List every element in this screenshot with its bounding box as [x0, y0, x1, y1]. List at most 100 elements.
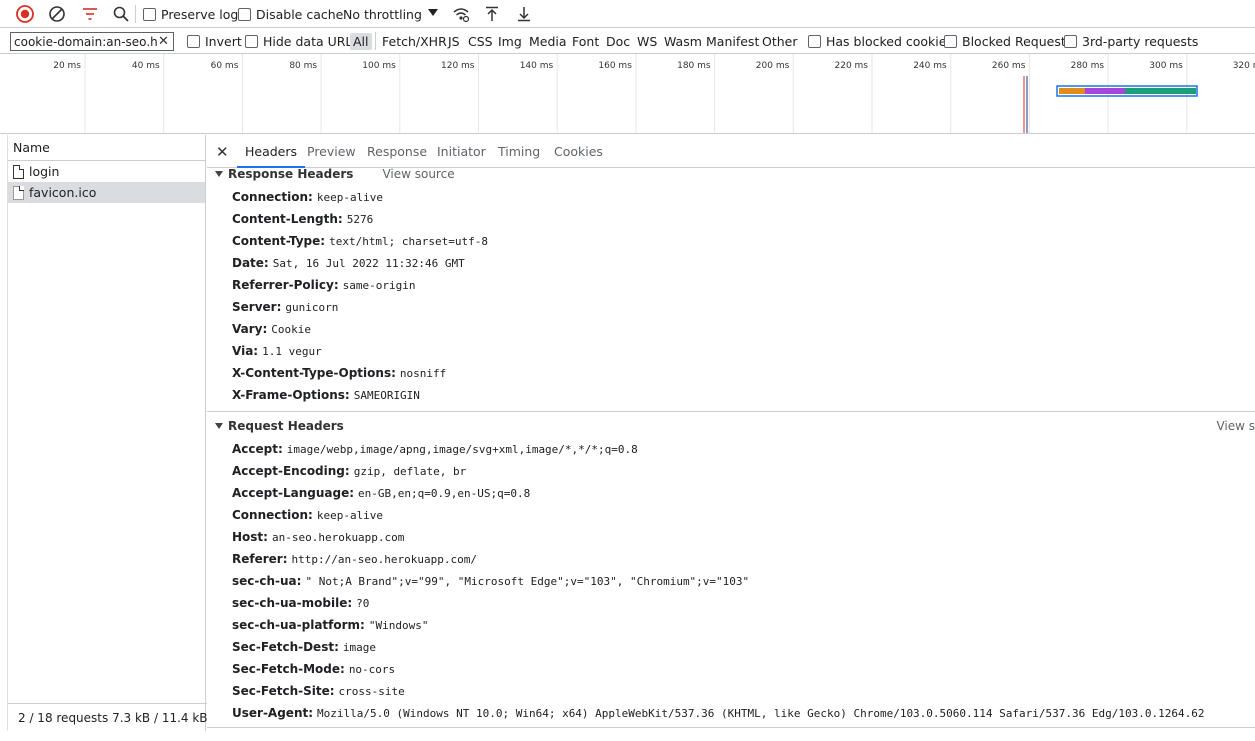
- checkbox-box[interactable]: [143, 8, 156, 21]
- header-name: Host:: [232, 530, 268, 544]
- third-party-requests-checkbox[interactable]: 3rd-party requests: [1064, 34, 1198, 49]
- tab-response[interactable]: Response: [367, 144, 427, 159]
- section-divider: [207, 411, 1255, 412]
- header-value: 1.1 vegur: [262, 345, 322, 358]
- has-blocked-cookies-checkbox[interactable]: Has blocked cookies: [808, 34, 953, 49]
- timeline-bar: [1059, 88, 1085, 94]
- hide-data-urls-checkbox[interactable]: Hide data URLs: [245, 34, 359, 49]
- header-row: Accept: image/webp,image/apng,image/svg+x…: [232, 442, 638, 456]
- view-source-link[interactable]: View s: [1216, 419, 1255, 433]
- request-headers-section-title[interactable]: Request Headers: [215, 419, 344, 433]
- header-name: Via:: [232, 344, 259, 358]
- request-details-panel: ✕ Headers Preview Response Initiator Tim…: [207, 135, 1255, 731]
- throttling-select[interactable]: No throttling: [338, 3, 442, 25]
- filter-type-img[interactable]: Img: [498, 33, 522, 50]
- tab-headers[interactable]: Headers: [236, 144, 306, 168]
- name-column-header[interactable]: Name: [8, 135, 205, 161]
- timeline-tick-label: 180 ms: [677, 61, 711, 71]
- close-icon[interactable]: ✕: [216, 143, 229, 161]
- tab-timing[interactable]: Timing: [498, 144, 540, 159]
- timeline-tick-label: 200 ms: [756, 61, 790, 71]
- timeline-tick-label: 20 ms: [53, 61, 81, 71]
- header-value: ?0: [356, 597, 370, 610]
- checkbox-box[interactable]: [245, 35, 258, 48]
- filter-type-other[interactable]: Other: [762, 33, 798, 50]
- request-row-favicon[interactable]: favicon.ico: [8, 182, 205, 203]
- request-name: login: [29, 164, 60, 179]
- checkbox-box[interactable]: [187, 35, 200, 48]
- filter-type-wasm[interactable]: Wasm: [664, 33, 702, 50]
- header-row: User-Agent: Mozilla/5.0 (Windows NT 10.0;…: [232, 706, 1204, 720]
- header-value: nosniff: [399, 367, 447, 380]
- header-name: Referrer-Policy:: [232, 278, 339, 292]
- header-value: image/webp,image/apng,image/svg+xml,imag…: [286, 443, 638, 456]
- filter-type-font[interactable]: Font: [572, 33, 599, 50]
- header-name: Sec-Fetch-Mode:: [232, 662, 345, 676]
- checkbox-box[interactable]: [238, 8, 251, 21]
- header-row: Sec-Fetch-Site: cross-site: [232, 684, 405, 698]
- header-value: 5276: [346, 213, 374, 226]
- filter-type-all[interactable]: All: [350, 33, 372, 50]
- filter-input-value: cookie-domain:an-seo.herc: [14, 34, 158, 49]
- network-conditions-icon[interactable]: [451, 4, 471, 24]
- header-row: Vary: Cookie: [232, 322, 311, 336]
- header-value: text/html; charset=utf-8: [329, 235, 489, 248]
- details-tabbar: ✕ Headers Preview Response Initiator Tim…: [207, 135, 1255, 168]
- network-toolbar: Preserve log Disable cache No throttling: [0, 0, 1255, 28]
- header-row: sec-ch-ua: " Not;A Brand";v="99", "Micros…: [232, 574, 749, 588]
- header-row: Sec-Fetch-Dest: image: [232, 640, 376, 654]
- header-value: "Windows": [368, 619, 429, 632]
- checkbox-box[interactable]: [944, 35, 957, 48]
- request-name: favicon.ico: [29, 185, 97, 200]
- disable-cache-checkbox[interactable]: Disable cache: [238, 7, 343, 22]
- checkbox-box[interactable]: [1064, 35, 1077, 48]
- filter-type-ws[interactable]: WS: [637, 33, 657, 50]
- filter-type-media[interactable]: Media: [529, 33, 567, 50]
- header-row: Referer: http://an-seo.herokuapp.com/: [232, 552, 477, 566]
- clear-filter-icon[interactable]: ✕: [158, 35, 170, 48]
- clear-icon[interactable]: [47, 4, 67, 24]
- filter-type-doc[interactable]: Doc: [606, 33, 630, 50]
- filter-input[interactable]: cookie-domain:an-seo.herc ✕: [10, 32, 174, 51]
- stop-recording-icon[interactable]: [15, 4, 35, 24]
- timeline-bar: [369, 133, 378, 134]
- timeline-tick-label: 320 m: [1233, 61, 1255, 71]
- filter-type-js[interactable]: JS: [448, 33, 460, 50]
- header-name: Sec-Fetch-Site:: [232, 684, 335, 698]
- invert-checkbox[interactable]: Invert: [187, 34, 242, 49]
- import-har-icon[interactable]: [482, 4, 502, 24]
- filter-type-fetch-xhr[interactable]: Fetch/XHR: [382, 33, 447, 50]
- header-value: http://an-seo.herokuapp.com/: [291, 553, 477, 566]
- checkbox-box[interactable]: [808, 35, 821, 48]
- response-headers-section-title[interactable]: Response Headers View source: [215, 167, 455, 181]
- timeline-overview[interactable]: 20 ms 40 ms 60 ms 80 ms 100 ms 120 ms 140 ms 16…: [0, 54, 1255, 134]
- timeline-tick-label: 220 ms: [835, 61, 869, 71]
- filter-icon[interactable]: [80, 4, 100, 24]
- header-name: Accept-Encoding:: [232, 464, 350, 478]
- preserve-log-checkbox[interactable]: Preserve log: [143, 7, 238, 22]
- header-name: Connection:: [232, 190, 313, 204]
- filter-type-manifest[interactable]: Manifest: [706, 33, 759, 50]
- export-har-icon[interactable]: [514, 4, 534, 24]
- tab-initiator[interactable]: Initiator: [437, 144, 486, 159]
- header-name: Referer:: [232, 552, 288, 566]
- tab-preview[interactable]: Preview: [307, 144, 356, 159]
- header-row: sec-ch-ua-mobile: ?0: [232, 596, 369, 610]
- search-icon[interactable]: [111, 4, 131, 24]
- toolbar-divider: [135, 5, 136, 23]
- header-value: cross-site: [338, 685, 405, 698]
- tab-cookies[interactable]: Cookies: [554, 144, 603, 159]
- view-source-link[interactable]: View source: [382, 167, 454, 181]
- header-name: Accept-Language:: [232, 486, 355, 500]
- header-value: an-seo.herokuapp.com: [271, 531, 405, 544]
- header-row: Date: Sat, 16 Jul 2022 11:32:46 GMT: [232, 256, 465, 270]
- request-row-login[interactable]: login: [8, 161, 205, 182]
- blocked-requests-checkbox[interactable]: Blocked Requests: [944, 34, 1072, 49]
- hide-data-urls-label: Hide data URLs: [263, 34, 359, 49]
- response-headers-title: Response Headers: [228, 167, 354, 181]
- timeline-bar: [315, 133, 348, 134]
- filter-type-css[interactable]: CSS: [468, 33, 493, 50]
- header-row: Accept-Language: en-GB,en;q=0.9,en-US;q=0…: [232, 486, 530, 500]
- blocked-requests-label: Blocked Requests: [962, 34, 1073, 49]
- header-name: Server:: [232, 300, 282, 314]
